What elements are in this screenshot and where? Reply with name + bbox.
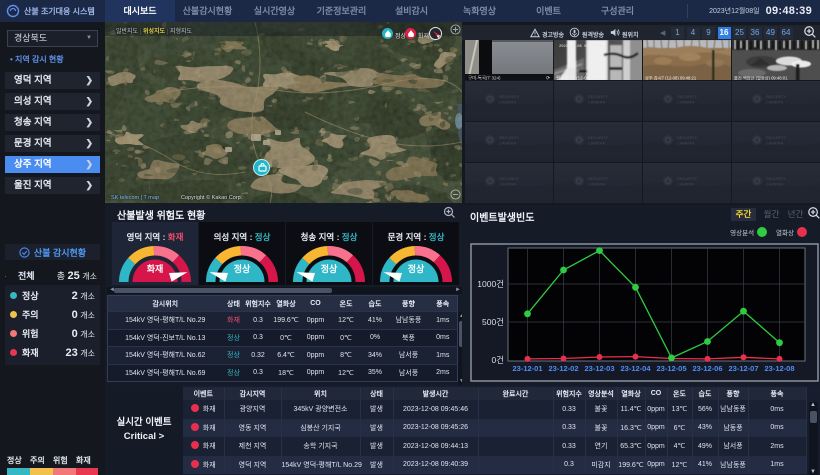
svg-text:SECURITY: SECURITY [677,176,698,181]
svg-text:23-12-05: 23-12-05 [656,364,686,373]
svg-text:2023-12-08 09:47:59: 2023-12-08 09:47:59 [559,45,603,49]
svg-text:0건: 0건 [491,355,504,365]
svg-text:23-12-02: 23-12-02 [548,364,578,373]
svg-text:정상: 정상 [321,263,338,274]
svg-text:CAMERA: CAMERA [499,141,516,146]
svg-text:CAMERA: CAMERA [677,100,694,105]
svg-text:500건: 500건 [482,317,504,327]
svg-text:정상: 정상 [408,263,425,274]
svg-text:정상: 정상 [234,263,251,274]
svg-text:SECURITY: SECURITY [499,176,520,181]
svg-text:월곡산 T1 (12-08): 월곡산 T1 (12-08) [556,75,591,81]
svg-text:SECURITY: SECURITY [588,135,609,140]
svg-text:CAMERA: CAMERA [766,182,783,187]
svg-text:CAMERA: CAMERA [588,182,605,187]
svg-text:SECURITY: SECURITY [499,135,520,140]
svg-text:23-12-06: 23-12-06 [692,364,722,373]
svg-text:울진 백암산 (열화상) 09:48:01: 울진 백암산 (열화상) 09:48:01 [734,75,788,81]
svg-text:23-12-08: 23-12-08 [764,364,794,373]
svg-text:SECURITY: SECURITY [766,94,787,99]
svg-text:23-12-03: 23-12-03 [584,364,614,373]
svg-text:CAMERA: CAMERA [499,182,516,187]
svg-text:CAMERA: CAMERA [677,182,694,187]
svg-text:구미-독곡(T 324): 구미-독곡(T 324) [468,75,501,81]
svg-text:23-12-01: 23-12-01 [512,364,542,373]
svg-text:SECURITY: SECURITY [588,94,609,99]
svg-text:SECURITY: SECURITY [766,176,787,181]
svg-text:SECURITY: SECURITY [677,94,698,99]
svg-text:CAMERA: CAMERA [499,100,516,105]
svg-text:CAMERA: CAMERA [766,141,783,146]
svg-text:SECURITY: SECURITY [766,135,787,140]
svg-text:SECURITY: SECURITY [588,176,609,181]
svg-text:SECURITY: SECURITY [677,135,698,140]
svg-text:CAMERA: CAMERA [677,141,694,146]
svg-text:23-12-04: 23-12-04 [620,364,651,373]
svg-text:화재: 화재 [147,263,164,274]
svg-text:CAMERA: CAMERA [588,141,605,146]
svg-text:23-12-07: 23-12-07 [728,364,758,373]
svg-text:상주 감시T (12-08) 09:48:21: 상주 감시T (12-08) 09:48:21 [645,75,697,81]
svg-text:CAMERA: CAMERA [766,100,783,105]
svg-text:SECURITY: SECURITY [499,94,520,99]
svg-text:CAMERA: CAMERA [588,100,605,105]
svg-text:1000건: 1000건 [477,279,504,289]
